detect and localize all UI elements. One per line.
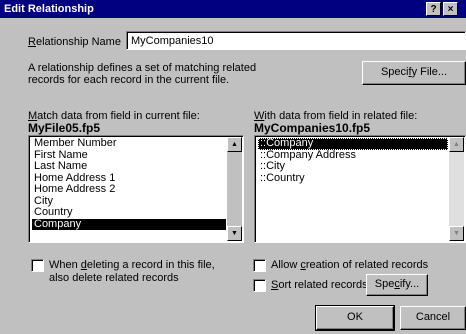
delete-related-checkbox[interactable] <box>31 259 44 272</box>
list-item[interactable]: ::Company Address <box>258 149 448 162</box>
description-line-1: A relationship defines a set of matching… <box>28 62 257 74</box>
related-list-scrollbar[interactable]: ▲ ▼ <box>449 137 464 241</box>
related-file-field-list[interactable]: ::Company::Company Address::City::Countr… <box>254 135 466 243</box>
allow-creation-checkbox[interactable] <box>253 259 266 272</box>
current-file-name: MyFile05.fp5 <box>28 121 101 135</box>
description-line-2: records for each record in the current f… <box>28 74 230 86</box>
delete-related-label-line-1: When deleting a record in this file, <box>49 259 215 271</box>
scroll-up-icon[interactable]: ▲ <box>227 137 242 152</box>
list-item[interactable]: Home Address 2 <box>32 183 226 196</box>
edit-relationship-dialog: Edit Relationship ? × Relationship Name … <box>0 0 466 334</box>
specify-sort-button[interactable]: Specify... <box>366 274 428 296</box>
list-item[interactable]: ::Company <box>258 137 448 150</box>
scroll-down-icon[interactable]: ▼ <box>449 226 464 241</box>
allow-creation-label: Allow creation of related records <box>271 259 429 271</box>
title-bar[interactable]: Edit Relationship ? × <box>0 0 466 18</box>
delete-related-label-line-2: also delete related records <box>49 272 179 284</box>
sort-related-checkbox[interactable] <box>253 279 266 292</box>
related-file-name: MyCompanies10.fp5 <box>254 121 371 135</box>
list-item[interactable]: Company <box>32 218 226 230</box>
current-file-field-list[interactable]: Member Number First Name Last Name Home Add… <box>28 135 244 243</box>
list-item[interactable]: Country <box>32 206 226 219</box>
window-title: Edit Relationship <box>4 3 94 15</box>
relationship-name-input[interactable]: MyCompanies10 <box>126 31 466 50</box>
relationship-name-value: MyCompanies10 <box>131 35 214 47</box>
sort-related-label: Sort related records <box>271 279 368 291</box>
scroll-down-icon[interactable]: ▼ <box>227 226 242 241</box>
list-item[interactable]: Member Number <box>32 137 226 150</box>
list-item[interactable]: ::City <box>258 160 448 173</box>
relationship-name-label: Relationship Name <box>28 36 121 48</box>
list-item[interactable]: ::Country <box>258 172 448 185</box>
ok-button[interactable]: OK <box>315 305 395 331</box>
cancel-button[interactable]: Cancel <box>400 306 466 330</box>
close-icon[interactable]: × <box>443 2 458 16</box>
specify-file-button[interactable]: Specify File... <box>362 61 466 85</box>
list-item[interactable]: Last Name <box>32 160 226 173</box>
scroll-up-icon[interactable]: ▲ <box>449 137 464 152</box>
help-icon[interactable]: ? <box>426 2 441 16</box>
current-list-scrollbar[interactable]: ▲ ▼ <box>227 137 242 241</box>
